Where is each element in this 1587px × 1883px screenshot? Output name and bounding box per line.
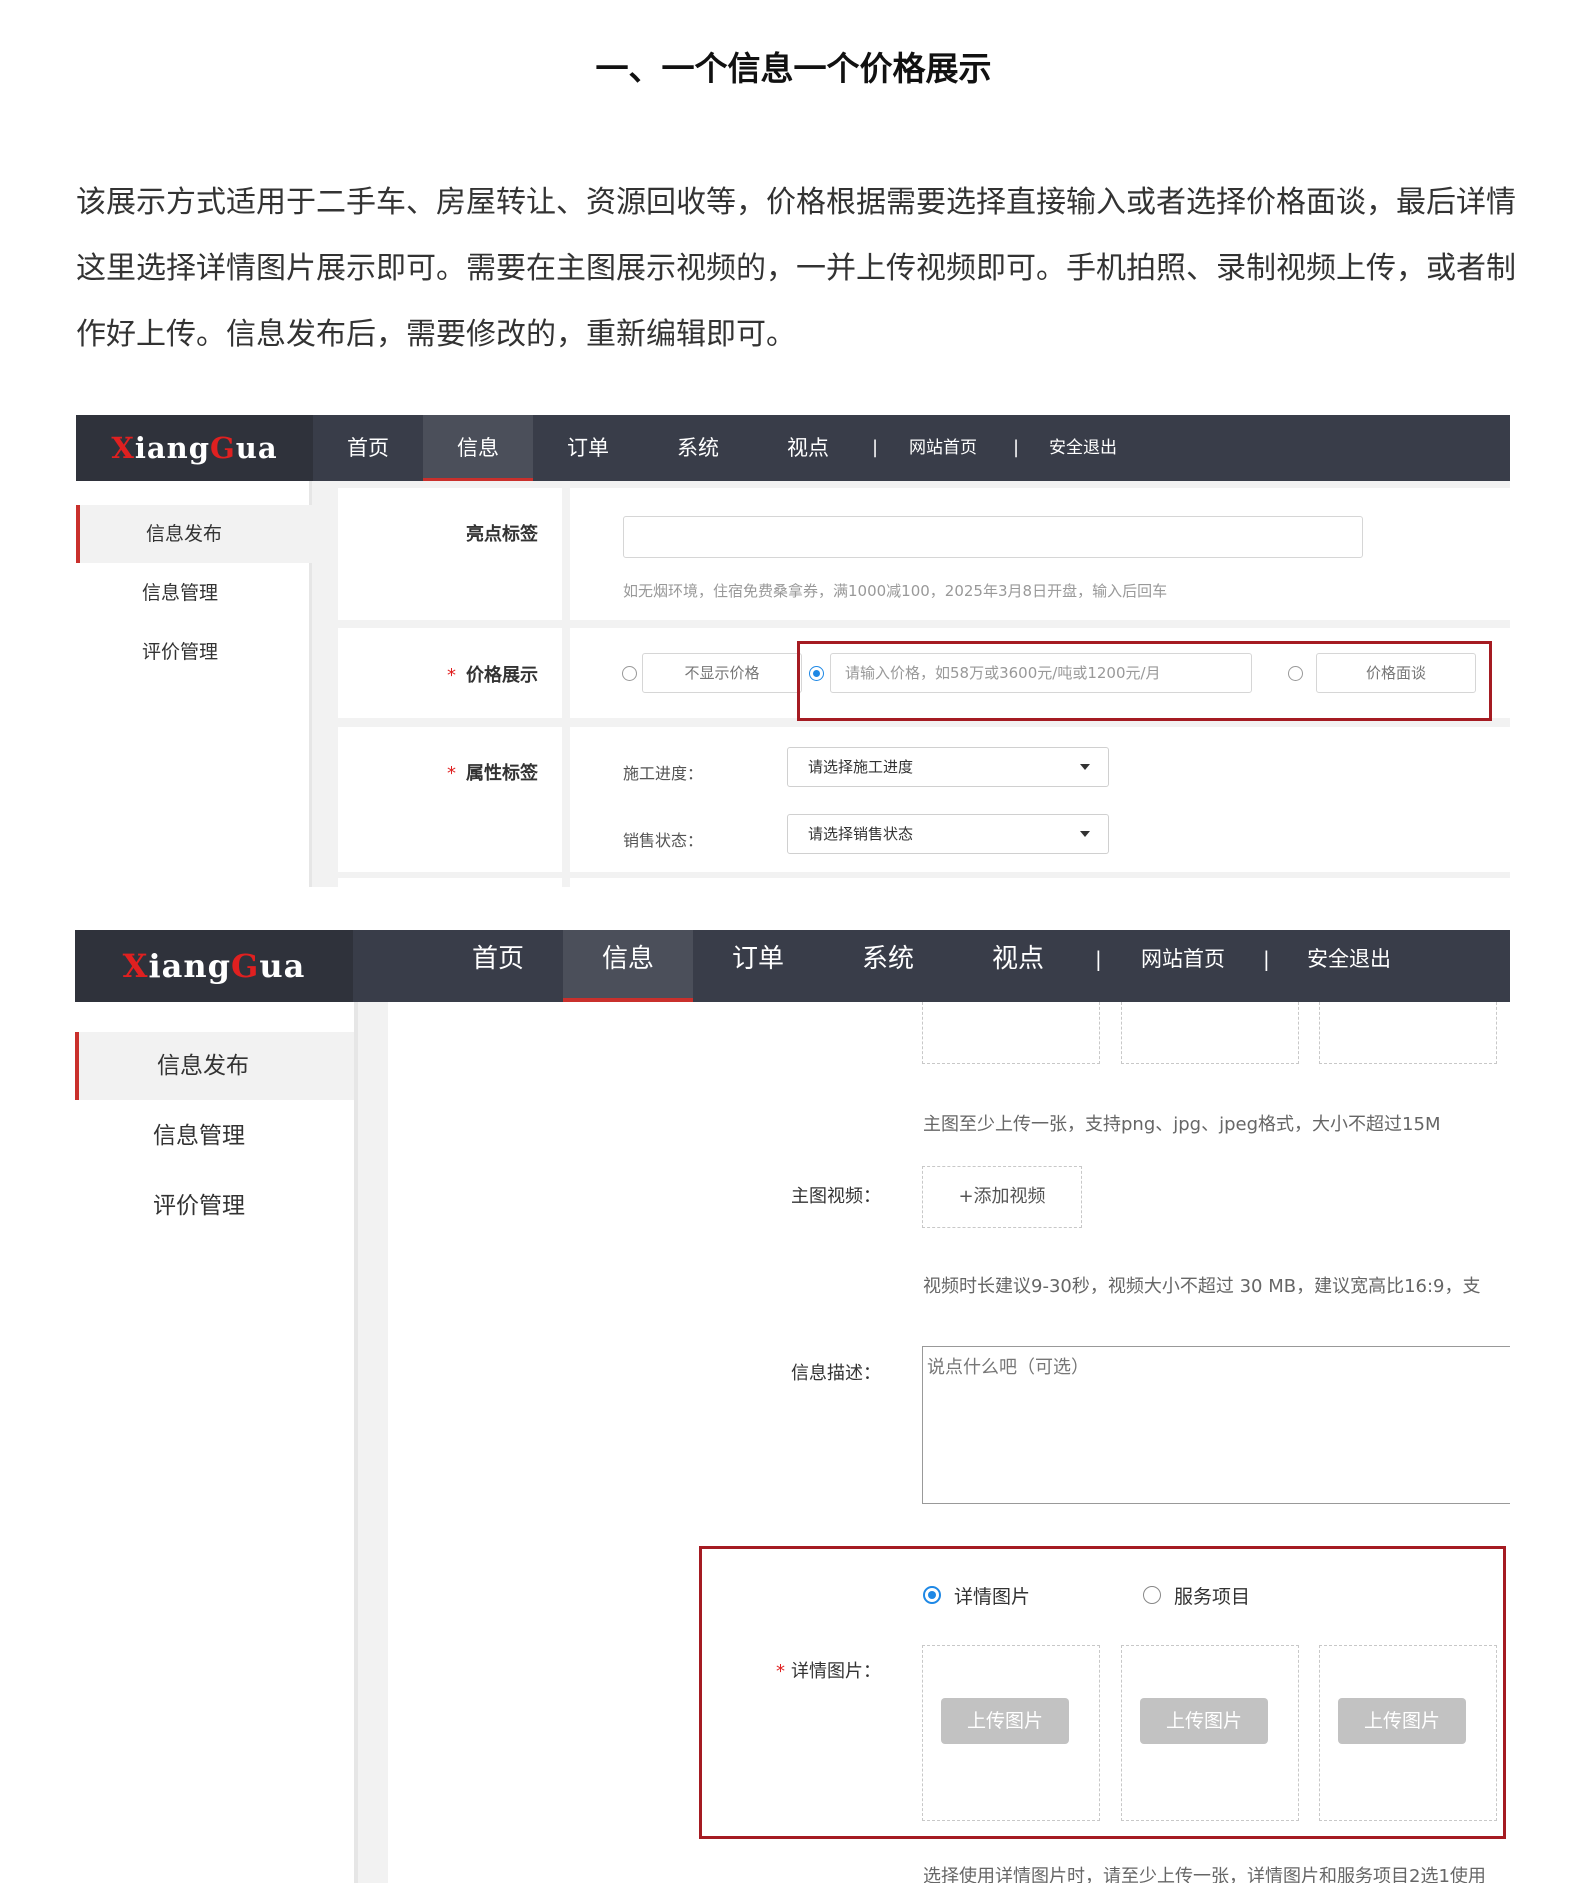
add-video-button[interactable]: +添加视频 [922,1166,1082,1228]
screenshot-media-form: XiangGua 首页 信息 订单 系统 视点 | 网站首页 | 安全退出 信息… [75,930,1510,1883]
highlight-value-cell: 如无烟环境，住宿免费桑拿券，满1000减100，2025年3月8日开盘，输入后回… [570,488,1510,620]
nav-separator: | [1013,437,1020,458]
progress-select[interactable]: 请选择施工进度 [787,747,1109,787]
attr-label: * 属性标签 [447,763,538,784]
nav-site-home[interactable]: 网站首页 [1141,930,1225,1002]
detail-image-slot: 上传图片 [922,1645,1100,1821]
sidebar-item-publish[interactable]: 信息发布 [75,1032,354,1100]
nav-info[interactable]: 信息 [563,930,693,1002]
brand-logo[interactable]: XiangGua [76,415,313,481]
price-none-radio[interactable] [622,666,637,681]
nav-separator: | [1095,947,1102,971]
sidebar-item-manage[interactable]: 信息管理 [76,564,312,622]
chevron-down-icon [1080,831,1090,837]
highlight-label-cell: 亮点标签 [338,488,562,620]
intro-paragraph: 该展示方式适用于二手车、房屋转让、资源回收等，价格根据需要选择直接输入或者选择价… [76,185,1516,352]
nav-orders[interactable]: 订单 [693,930,823,1002]
sidebar-item-manage[interactable]: 信息管理 [75,1102,354,1170]
main-image-slot[interactable] [1121,1002,1299,1064]
progress-label: 施工进度： [623,764,704,783]
detail-image-radio[interactable] [923,1586,941,1604]
sidebar: 信息发布 信息管理 评价管理 [76,481,312,887]
main-image-hint: 主图至少上传一张，支持png、jpg、jpeg格式，大小不超过15M [923,1114,1441,1135]
chevron-down-icon [1080,764,1090,770]
highlight-label: 亮点标签 [466,524,538,545]
next-row-label-cell [338,878,562,887]
nav-site-home[interactable]: 网站首页 [909,415,977,481]
next-row-value-cell [570,878,1510,887]
nav-viewpoint[interactable]: 视点 [953,930,1083,1002]
desc-textarea[interactable]: 说点什么吧（可选） [922,1346,1510,1504]
brand-logo[interactable]: XiangGua [75,930,353,1002]
form-gutter [388,1002,664,1883]
upload-image-button[interactable]: 上传图片 [1338,1698,1466,1744]
detail-image-slot: 上传图片 [1319,1645,1497,1821]
sale-select[interactable]: 请选择销售状态 [787,814,1109,854]
sale-label: 销售状态： [623,831,704,850]
detail-image-slot: 上传图片 [1121,1645,1299,1821]
price-none-option[interactable]: 不显示价格 [642,653,802,693]
nav-separator: | [872,437,879,458]
nav-logout[interactable]: 安全退出 [1049,415,1117,481]
nav-home[interactable]: 首页 [433,930,563,1002]
nav-orders[interactable]: 订单 [533,415,643,481]
attr-label-cell: * 属性标签 [338,727,562,872]
sidebar-item-publish[interactable]: 信息发布 [76,505,312,563]
detail-image-label: * 详情图片： [776,1661,881,1682]
nav-system[interactable]: 系统 [823,930,953,1002]
top-navbar: XiangGua 首页 信息 订单 系统 视点 | 网站首页 | 安全退出 [76,415,1510,481]
highlight-hint: 如无烟环境，住宿免费桑拿券，满1000减100，2025年3月8日开盘，输入后回… [623,582,1168,600]
nav-home[interactable]: 首页 [313,415,423,481]
main-image-slot[interactable] [1319,1002,1497,1064]
sidebar-item-reviews[interactable]: 评价管理 [76,623,312,681]
highlight-input[interactable] [623,516,1363,558]
section-heading: 一、一个信息一个价格展示 [595,49,992,88]
detail-image-hint: 选择使用详情图片时，请至少上传一张，详情图片和服务项目2选1使用 [923,1866,1486,1883]
service-item-radio[interactable] [1143,1586,1161,1604]
price-label-cell: * 价格展示 [338,628,562,718]
highlight-frame [797,641,1492,721]
video-hint: 视频时长建议9-30秒，视频大小不超过 30 MB，建议宽高比16:9，支 [923,1276,1481,1297]
price-label: * 价格展示 [447,665,538,686]
nav-separator: | [1263,947,1270,971]
top-navbar: XiangGua 首页 信息 订单 系统 视点 | 网站首页 | 安全退出 [75,930,1510,1002]
nav-system[interactable]: 系统 [643,415,753,481]
sidebar-item-reviews[interactable]: 评价管理 [75,1172,354,1240]
upload-image-button[interactable]: 上传图片 [1140,1698,1268,1744]
nav-logout[interactable]: 安全退出 [1307,930,1391,1002]
video-label: 主图视频： [791,1186,881,1207]
nav-viewpoint[interactable]: 视点 [753,415,863,481]
main-image-slot[interactable] [922,1002,1100,1064]
upload-image-button[interactable]: 上传图片 [941,1698,1069,1744]
screenshot-price-form: XiangGua 首页 信息 订单 系统 视点 | 网站首页 | 安全退出 信息… [76,415,1510,887]
nav-info[interactable]: 信息 [423,415,533,481]
desc-label: 信息描述： [791,1363,881,1384]
attr-value-cell: 施工进度： 请选择施工进度 销售状态： 请选择销售状态 [570,727,1510,872]
service-item-option-label: 服务项目 [1174,1586,1251,1608]
detail-image-option-label: 详情图片 [954,1586,1031,1608]
sidebar: 信息发布 信息管理 评价管理 [75,1002,358,1883]
